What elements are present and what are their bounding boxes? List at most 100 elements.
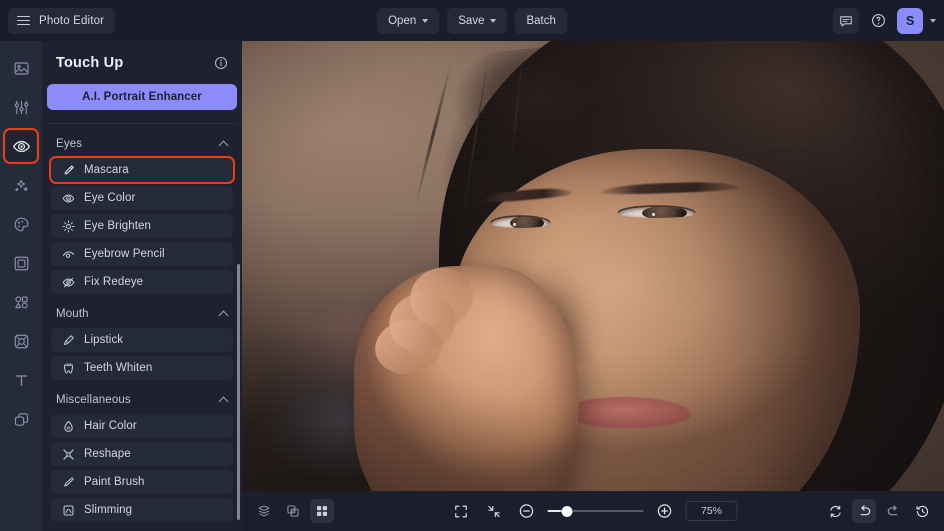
sparkles-icon [14, 179, 28, 191]
reset-rotate-icon [829, 505, 841, 517]
chevron-down-icon [422, 19, 429, 23]
tool-item-mascara[interactable]: Mascara [49, 156, 235, 184]
eye-slash-icon [61, 275, 75, 289]
group-title: Eyes [56, 138, 83, 150]
sidebar-item-effects[interactable] [6, 170, 36, 200]
frame-icon [14, 256, 28, 270]
photo-editor-window: Photo Editor Open Save Batch S Touch Up … [0, 0, 944, 531]
sidebar-item-image[interactable] [6, 53, 36, 83]
tool-item-label: Slimming [84, 504, 133, 516]
tool-item-slimming[interactable]: Slimming [51, 498, 233, 522]
tool-item-label: Lipstick [84, 334, 124, 346]
collapse-icon [487, 505, 500, 517]
droplet-icon [61, 419, 75, 433]
grid-view-icon [317, 506, 327, 516]
eye-icon [12, 140, 30, 152]
tool-item-label: Paint Brush [84, 476, 145, 488]
zoom-slider[interactable] [547, 504, 644, 518]
chevron-down-icon[interactable] [930, 18, 936, 23]
sidebar-item-adjust[interactable] [6, 92, 36, 122]
zoom-in-button[interactable] [653, 499, 677, 523]
tool-item-label: Fix Redeye [84, 276, 144, 288]
group-header-mouth[interactable]: Mouth [51, 300, 233, 328]
grid-view-button[interactable] [310, 499, 334, 523]
sidebar-item-color[interactable] [6, 209, 36, 239]
group-header-eyes[interactable]: Eyes [51, 130, 233, 158]
tool-list-scroll-area[interactable]: Eyes Mascara Eye Color Eye Brighten Eyeb… [42, 124, 242, 531]
palette-icon [14, 217, 28, 231]
sidebar-item-shapes[interactable] [6, 287, 36, 317]
top-toolbar: Photo Editor Open Save Batch S [0, 0, 944, 41]
tool-item-eye-color[interactable]: Eye Color [51, 186, 233, 210]
canvas-area: 75% [242, 41, 944, 531]
avatar[interactable]: S [897, 7, 923, 34]
tool-item-paint-brush[interactable]: Paint Brush [51, 470, 233, 494]
bottom-toolbar: 75% [242, 491, 944, 531]
account-actions-group: S [833, 7, 936, 34]
actual-size-button[interactable] [482, 499, 506, 523]
sidebar-item-layers[interactable] [6, 404, 36, 434]
group-header-miscellaneous[interactable]: Miscellaneous [51, 386, 233, 414]
chevron-up-icon [219, 396, 227, 404]
shapes-icon [14, 295, 28, 308]
undo-button[interactable] [852, 499, 876, 523]
image-icon [13, 61, 29, 75]
tool-item-lipstick[interactable]: Lipstick [51, 328, 233, 352]
tool-item-fix-redeye[interactable]: Fix Redeye [51, 270, 233, 294]
info-circle-icon[interactable] [214, 56, 228, 70]
question-circle-icon [871, 14, 885, 27]
tool-item-label: Hair Color [84, 420, 137, 432]
chevron-up-icon [219, 140, 227, 148]
compare-button[interactable] [281, 499, 305, 523]
open-button-label: Open [388, 14, 417, 27]
tool-item-teeth-whiten[interactable]: Teeth Whiten [51, 356, 233, 380]
open-button[interactable]: Open [377, 7, 440, 34]
app-menu-button[interactable]: Photo Editor [8, 7, 116, 34]
sliders-icon [14, 100, 28, 114]
layers-button[interactable] [252, 499, 276, 523]
tooth-icon [61, 361, 75, 375]
lipstick-icon [61, 333, 75, 347]
tool-item-eye-brighten[interactable]: Eye Brighten [51, 214, 233, 238]
ai-portrait-enhancer-button[interactable]: A.I. Portrait Enhancer [47, 84, 237, 110]
chevron-down-icon [490, 19, 497, 23]
compare-split-icon [287, 505, 299, 517]
panel-header: Touch Up [42, 41, 242, 71]
tool-item-eyebrow-pencil[interactable]: Eyebrow Pencil [51, 242, 233, 266]
batch-button-label: Batch [526, 14, 556, 27]
tool-item-label: Eye Color [84, 192, 136, 204]
save-button[interactable]: Save [447, 7, 508, 34]
sidebar-item-frame[interactable] [6, 248, 36, 278]
expand-fit-icon [454, 505, 467, 517]
touch-up-panel: Touch Up A.I. Portrait Enhancer Eyes Mas… [42, 41, 242, 531]
zoom-slider-thumb[interactable] [561, 505, 573, 517]
image-canvas[interactable] [242, 41, 944, 491]
redo-button[interactable] [881, 499, 905, 523]
zoom-level-input[interactable]: 75% [685, 501, 738, 521]
reset-button[interactable] [823, 499, 847, 523]
reshape-icon [61, 447, 75, 461]
chevron-up-icon [219, 310, 227, 318]
sidebar-item-text[interactable] [6, 365, 36, 395]
tool-item-reshape[interactable]: Reshape [51, 442, 233, 466]
tool-item-label: Teeth Whiten [84, 362, 153, 374]
history-clock-icon [915, 505, 928, 517]
zoom-out-button[interactable] [515, 499, 539, 523]
fit-to-screen-button[interactable] [449, 499, 473, 523]
brightness-icon [61, 219, 75, 233]
tool-item-hair-color[interactable]: Hair Color [51, 414, 233, 438]
tool-rail [0, 41, 42, 531]
feedback-button[interactable] [833, 7, 859, 34]
minus-circle-icon [519, 504, 534, 518]
history-button[interactable] [910, 499, 934, 523]
eyebrow-icon [61, 247, 75, 261]
tool-item-label: Eyebrow Pencil [84, 248, 165, 260]
batch-button[interactable]: Batch [515, 7, 567, 34]
panel-scrollbar[interactable] [236, 264, 240, 520]
help-button[interactable] [865, 8, 891, 34]
sidebar-item-filters[interactable] [6, 326, 36, 356]
group-title: Miscellaneous [56, 394, 131, 406]
layers-icon [14, 412, 28, 426]
group-title: Mouth [56, 308, 89, 320]
sidebar-item-touch-up[interactable] [3, 128, 39, 164]
